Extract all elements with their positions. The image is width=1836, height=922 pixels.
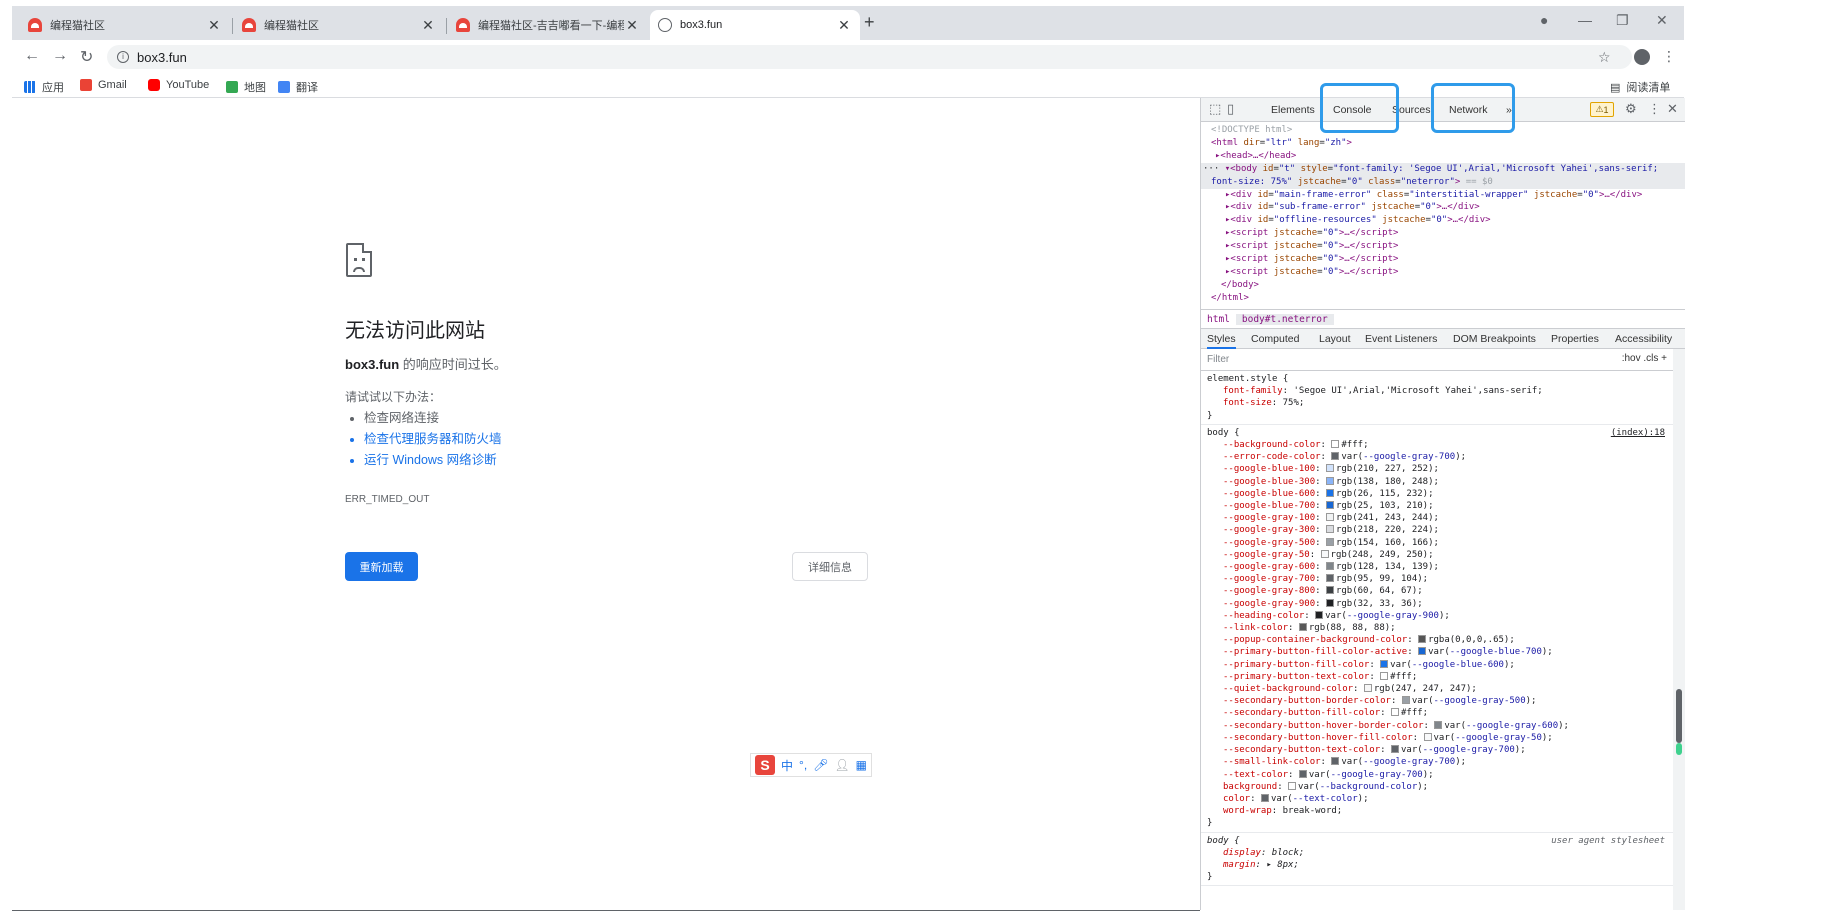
close-icon[interactable]: ✕: [206, 17, 222, 34]
maps-icon: [226, 81, 238, 93]
details-button[interactable]: 详细信息: [792, 552, 868, 581]
tab-title: 编程猫社区: [264, 20, 319, 32]
source-link[interactable]: (index):18: [1611, 427, 1665, 439]
breadcrumb-item[interactable]: html: [1201, 314, 1236, 325]
divider: [12, 910, 1200, 911]
tab-styles[interactable]: Styles: [1207, 333, 1236, 349]
cat-logo-icon: [456, 18, 470, 32]
style-rule: user agent stylesheet body { display: bl…: [1201, 833, 1673, 887]
sogou-logo-icon: S: [755, 755, 775, 775]
filter-input[interactable]: Filter: [1207, 354, 1229, 365]
back-icon[interactable]: ←: [24, 47, 40, 65]
breadcrumb-item[interactable]: body#t.neterror: [1235, 313, 1334, 325]
url-text: box3.fun: [137, 49, 187, 65]
menu-icon[interactable]: ⋮: [1662, 48, 1676, 65]
tab-separator: [232, 18, 233, 34]
styles-scrollbar[interactable]: [1673, 349, 1685, 910]
apps-grid-icon: [24, 81, 36, 93]
grid-icon[interactable]: ▦: [856, 758, 867, 772]
window-close-icon[interactable]: ✕: [1656, 12, 1668, 29]
user-agent-label: user agent stylesheet: [1551, 835, 1665, 846]
bookmark-apps[interactable]: 应用: [24, 79, 64, 95]
tab-elements[interactable]: Elements: [1271, 104, 1315, 116]
sad-document-icon: [346, 243, 372, 277]
error-code: ERR_TIMED_OUT: [345, 494, 430, 505]
page-content: 无法访问此网站 box3.fun 的响应时间过长。 请试试以下办法： 检查网络连…: [12, 98, 1200, 911]
list-item: 检查网络连接: [364, 408, 502, 429]
new-tab-button[interactable]: +: [864, 12, 875, 33]
tab-layout[interactable]: Layout: [1319, 333, 1351, 345]
device-toolbar-icon[interactable]: ▯: [1227, 102, 1234, 117]
address-bar[interactable]: i box3.fun: [107, 45, 1632, 69]
suggestion-list: 检查网络连接 检查代理服务器和防火墙 运行 Windows 网络诊断: [364, 408, 502, 471]
proxy-firewall-link[interactable]: 检查代理服务器和防火墙: [364, 429, 502, 450]
close-icon[interactable]: ✕: [420, 17, 436, 34]
styles-filter[interactable]: Filter :hov .cls +: [1201, 349, 1673, 371]
tab-title: 编程猫社区-吉吉嘟看一下-编程猫: [478, 20, 624, 32]
gear-icon[interactable]: ⚙: [1625, 102, 1637, 117]
reload-icon[interactable]: ↻: [80, 47, 93, 67]
filter-tools[interactable]: :hov .cls +: [1622, 353, 1667, 364]
translate-icon: [278, 81, 290, 93]
minimize-icon[interactable]: —: [1578, 12, 1592, 28]
devtools-close-icon[interactable]: ✕: [1667, 102, 1678, 117]
tab-item[interactable]: 编程猫社区 ✕: [234, 10, 444, 40]
user-icon[interactable]: 👤︎: [834, 758, 849, 772]
network-diagnostics-link[interactable]: 运行 Windows 网络诊断: [364, 450, 502, 471]
punctuation-icon[interactable]: °,: [799, 758, 807, 772]
warning-badge[interactable]: ⚠ 1: [1590, 102, 1614, 117]
youtube-icon: [148, 79, 160, 91]
cat-logo-icon: [28, 18, 42, 32]
tab-computed[interactable]: Computed: [1251, 333, 1299, 345]
error-description: box3.fun 的响应时间过长。: [345, 357, 507, 372]
tab-title: box3.fun: [680, 19, 723, 31]
reading-list-icon: ▤: [1610, 81, 1621, 94]
error-heading: 无法访问此网站: [345, 318, 485, 342]
browser-window: 编程猫社区 ✕ 编程猫社区 ✕ 编程猫社区-吉吉嘟看一下-编程猫 ✕ box3.…: [12, 6, 1685, 911]
gmail-icon: [80, 79, 92, 91]
reading-list-button[interactable]: ▤ 阅读清单: [1610, 79, 1670, 95]
forward-icon[interactable]: →: [52, 47, 68, 65]
ime-mode[interactable]: 中: [781, 757, 793, 774]
tab-item[interactable]: 编程猫社区 ✕: [20, 10, 230, 40]
restore-icon[interactable]: ❐: [1616, 12, 1629, 29]
globe-icon: [658, 18, 672, 32]
browser-toolbar: ← → ↻ i box3.fun ☆ ⋮: [12, 40, 1684, 74]
tab-search-icon[interactable]: ●: [1540, 12, 1548, 28]
tab-event-listeners[interactable]: Event Listeners: [1365, 333, 1437, 345]
devtools-menu-icon[interactable]: ⋮: [1648, 102, 1661, 117]
ime-toolbar[interactable]: S 中 °, 🎤︎ 👤︎ ▦: [750, 753, 872, 777]
styles-tab-bar: Styles Computed Layout Event Listeners D…: [1201, 329, 1685, 349]
tab-dom-breakpoints[interactable]: DOM Breakpoints: [1453, 333, 1536, 345]
bookmark-youtube[interactable]: YouTube: [148, 79, 209, 91]
bookmark-translate[interactable]: 翻译: [278, 79, 318, 95]
star-icon[interactable]: ☆: [1598, 49, 1611, 66]
devtools-panel: ⬚ ▯ Elements Console Sources Network » ⚠…: [1200, 83, 1685, 910]
close-icon[interactable]: ✕: [624, 17, 640, 34]
styles-pane[interactable]: element.style { font-family: 'Segoe UI',…: [1201, 371, 1673, 910]
inspect-element-icon[interactable]: ⬚: [1209, 102, 1221, 117]
tab-strip: 编程猫社区 ✕ 编程猫社区 ✕ 编程猫社区-吉吉嘟看一下-编程猫 ✕ box3.…: [12, 6, 1684, 40]
info-icon[interactable]: i: [117, 51, 129, 63]
tab-item-active[interactable]: box3.fun ✕: [650, 10, 860, 40]
breadcrumb: html body#t.neterror: [1201, 309, 1685, 329]
style-rule: (index):18 body { --background-color: #f…: [1201, 425, 1673, 833]
scroll-thumb[interactable]: [1676, 689, 1682, 743]
tab-separator: [446, 18, 447, 34]
tab-properties[interactable]: Properties: [1551, 333, 1599, 345]
tab-title: 编程猫社区: [50, 20, 105, 32]
style-rule: element.style { font-family: 'Segoe UI',…: [1201, 371, 1673, 425]
profile-avatar-icon[interactable]: [1634, 49, 1650, 65]
cat-logo-icon: [242, 18, 256, 32]
scroll-marker: [1676, 743, 1682, 755]
close-icon[interactable]: ✕: [836, 17, 852, 34]
try-label: 请试试以下办法：: [345, 390, 442, 404]
dom-tree[interactable]: <!DOCTYPE html> <html dir="ltr" lang="zh…: [1201, 124, 1685, 309]
microphone-icon[interactable]: 🎤︎: [813, 758, 828, 772]
bookmark-gmail[interactable]: Gmail: [80, 79, 127, 91]
reload-button[interactable]: 重新加载: [345, 552, 418, 581]
tab-accessibility[interactable]: Accessibility: [1615, 333, 1672, 345]
bookmark-maps[interactable]: 地图: [226, 79, 266, 95]
tab-item[interactable]: 编程猫社区-吉吉嘟看一下-编程猫 ✕: [448, 10, 648, 40]
